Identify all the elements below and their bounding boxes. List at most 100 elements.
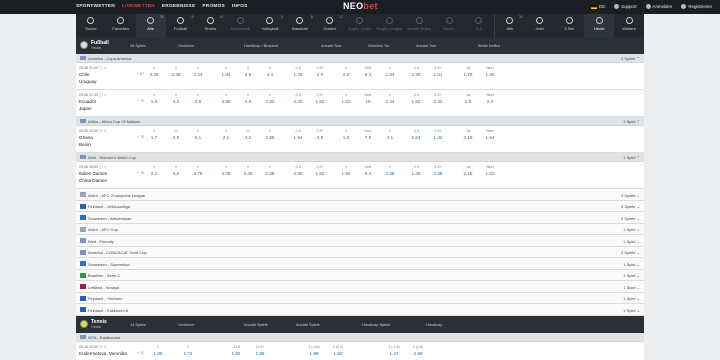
odds-button[interactable]: 1 4.05: [215, 162, 237, 176]
odds-button[interactable]: X 3.5: [165, 126, 187, 140]
odds-button[interactable]: 2.5+ 1.42: [427, 126, 449, 140]
sport-tab-fu-ball[interactable]: Fußball 9: [166, 14, 196, 37]
top-nav-livewetten[interactable]: LIVEWETTEN: [122, 4, 155, 9]
league-row[interactable]: Finnland - Veikkausliiga 5 Spiele ⌄: [76, 200, 644, 212]
odds-button[interactable]: 2 4.1: [379, 126, 401, 140]
odds-button[interactable]: 2 6.1: [187, 126, 209, 140]
odds-button[interactable]: -2.5 1.45: [405, 162, 427, 176]
odds-button[interactable]: Kein 8.3: [357, 63, 379, 77]
odds-button[interactable]: Ja 1.78: [457, 63, 479, 77]
odds-button[interactable]: -2.5 1.75: [287, 63, 309, 77]
league-row[interactable]: Schweden - Superettan 1 Spiel ⌄: [76, 258, 644, 270]
odds-button[interactable]: Kein 6.4: [357, 162, 379, 176]
sport-tab-rugby-union[interactable]: Rugby Union: [345, 14, 375, 37]
odds-button[interactable]: -21.5 1.82: [225, 342, 247, 356]
odds-button[interactable]: 1 1.94: [335, 162, 357, 176]
league-row[interactable]: Finnland - Ykkönen 1 Spiel ⌄: [76, 292, 644, 304]
league-row[interactable]: Schweden - Allsvenskan 2 Spiele ⌄: [76, 212, 644, 224]
sport-tab-weitere[interactable]: Weitere: [614, 14, 644, 37]
odds-button[interactable]: 2 2.56: [379, 162, 401, 176]
odds-button[interactable]: -2.5 1.52: [405, 90, 427, 104]
sport-tab-boxen[interactable]: Boxen: [434, 14, 464, 37]
odds-button[interactable]: 1 1.7: [143, 126, 165, 140]
odds-button[interactable]: 1 1.62: [335, 90, 357, 104]
odds-button[interactable]: 1 2.1: [143, 162, 165, 176]
top-nav-ergebnisse[interactable]: ERGEBNISSE: [162, 4, 195, 9]
odds-button[interactable]: X 4.2: [165, 90, 187, 104]
support-link[interactable]: Support: [614, 4, 637, 10]
odds-button[interactable]: Kein 7.5: [357, 126, 379, 140]
sport-tab-suche[interactable]: Suche: [76, 14, 106, 37]
odds-button[interactable]: 2.5+ 2.9: [309, 126, 331, 140]
odds-button[interactable]: 1 2.2: [335, 63, 357, 77]
event-row[interactable]: 25.06 01:00 ⓘ ☆ Chile Uruguay + 67 1 3.25 X 3.3…: [76, 63, 644, 90]
odds-button[interactable]: 2.5+ 1.52: [309, 162, 331, 176]
odds-button[interactable]: 1 2.1: [215, 126, 237, 140]
sport-tab-heute[interactable]: Heute: [584, 14, 615, 37]
league-row[interactable]: Welt - Friendly 1 Spiel ⌄: [76, 235, 644, 247]
odds-button[interactable]: 1 1.84: [215, 63, 237, 77]
odds-button[interactable]: Nein 1.62: [479, 162, 501, 176]
odds-button[interactable]: 2.5+ 2.42: [427, 90, 449, 104]
odds-button[interactable]: Nein 1.64: [479, 126, 501, 140]
odds-button[interactable]: 2 1.84: [379, 63, 401, 77]
odds-button[interactable]: 2 1.85: [259, 162, 281, 176]
odds-button[interactable]: 2 2.24: [187, 63, 209, 77]
register-link[interactable]: Registrieren: [681, 4, 712, 10]
odds-button[interactable]: 2 1.74: [177, 342, 199, 356]
odds-button[interactable]: 2 3.8: [237, 63, 259, 77]
odds-button[interactable]: X 2.6: [237, 90, 259, 104]
login-link[interactable]: Anmelden: [645, 4, 672, 10]
odds-button[interactable]: X 4.4: [259, 63, 281, 77]
event-row[interactable]: 25.06 18:00 ⓘ ☆ Italien Damen China Damen +…: [76, 162, 644, 189]
odds-button[interactable]: 2.5+ 1.51: [427, 63, 449, 77]
odds-button[interactable]: Ja 2.15: [457, 162, 479, 176]
odds-button[interactable]: 1 1.8: [143, 90, 165, 104]
odds-button[interactable]: X 3.35: [165, 63, 187, 77]
sport-tab-basketball[interactable]: Basketball: [225, 14, 255, 37]
odds-button[interactable]: 1 3.95: [215, 90, 237, 104]
sport-tab-baseball[interactable]: Baseball 5: [285, 14, 315, 37]
odds-button[interactable]: Ja 2.18: [457, 126, 479, 140]
league-header[interactable]: WTA - Eastbourne: [76, 332, 644, 342]
sport-tab-cricket[interactable]: Cricket 12: [315, 14, 345, 37]
odds-button[interactable]: 21.5+ 1.98: [249, 342, 271, 356]
odds-button[interactable]: -2.5 2.36: [287, 162, 309, 176]
league-row[interactable]: Brasilien - Serie C 1 Spiel ⌄: [76, 269, 644, 281]
more-markets-link[interactable]: + 11: [137, 351, 144, 355]
odds-button[interactable]: 2 2.82: [259, 90, 281, 104]
top-nav-infos[interactable]: INFOS: [232, 4, 248, 9]
sport-tab-rugby-league[interactable]: Rugby League: [374, 14, 404, 37]
odds-button[interactable]: X 3.0: [165, 162, 187, 176]
event-row[interactable]: 25.06 22:00 ⓘ ☆ Ghana Benin + 70 1 1.7 X 3.5 2 6.…: [76, 126, 644, 153]
sport-tab-favoriten[interactable]: Favoriten: [106, 14, 136, 37]
odds-button[interactable]: 1 (-3.5) 1.88: [303, 342, 325, 356]
language-selector[interactable]: DE: [591, 4, 605, 9]
sport-tab-jetzt[interactable]: Jetzt: [525, 14, 555, 37]
odds-button[interactable]: 2.5+ 2.0: [309, 63, 331, 77]
odds-button[interactable]: -2.5 2.25: [405, 63, 427, 77]
league-row[interactable]: Amerika - CONCACAF Gold Cup 2 Spiele ⌄: [76, 246, 644, 258]
odds-button[interactable]: -2.5 1.94: [287, 126, 309, 140]
odds-button[interactable]: Nein 2.4: [479, 90, 501, 104]
odds-button[interactable]: 2 2.85: [259, 126, 281, 140]
odds-button[interactable]: -2.5 2.64: [405, 126, 427, 140]
league-row[interactable]: Asien - AFC Champions League 2 Spiele ⌄: [76, 189, 644, 201]
odds-button[interactable]: 2.5+ 2.55: [427, 162, 449, 176]
odds-button[interactable]: 2 (3.5) 1.82: [327, 342, 349, 356]
odds-button[interactable]: 2.5+ 1.52: [309, 90, 331, 104]
league-row[interactable]: Asien - AFC Cup 1 Spiel ⌄: [76, 223, 644, 235]
odds-button[interactable]: 2 3.8: [187, 90, 209, 104]
odds-button[interactable]: Ja 1.5: [457, 90, 479, 104]
odds-button[interactable]: 1 1.98: [147, 342, 169, 356]
sport-tab-tennis[interactable]: Tennis 14: [195, 14, 225, 37]
odds-button[interactable]: X 3.45: [237, 162, 259, 176]
odds-button[interactable]: 1 3.25: [143, 63, 165, 77]
odds-button[interactable]: 1 1.6: [335, 126, 357, 140]
odds-button[interactable]: 2 2.44: [379, 90, 401, 104]
event-row[interactable]: 25.06 12:00 ⓘ ☆ Kudermetova, Veronika + 11…: [76, 341, 644, 360]
odds-button[interactable]: -2.5 2.42: [287, 90, 309, 104]
sport-tab-3-std-[interactable]: 3 Std.: [555, 14, 585, 37]
odds-button[interactable]: 2 (1.5) 2.68: [407, 342, 429, 356]
league-header[interactable]: Amerika - Copa America 2 Spiele ⌃: [76, 54, 644, 63]
